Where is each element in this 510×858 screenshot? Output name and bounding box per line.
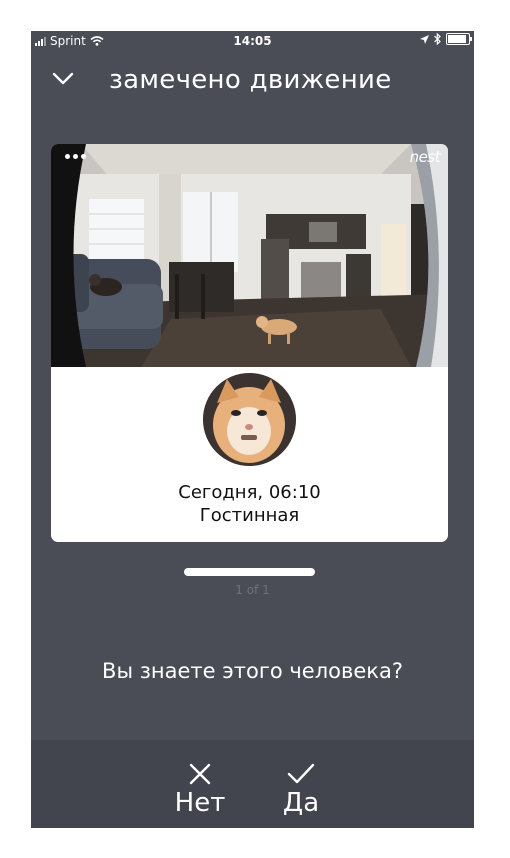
app-screen: Sprint 14:05 замечено движение nest Сего… <box>31 31 474 828</box>
camera-snapshot[interactable]: nest <box>51 144 448 367</box>
status-bar: Sprint 14:05 <box>31 31 474 51</box>
nest-logo: nest <box>409 148 441 166</box>
checkmark-icon <box>287 763 315 784</box>
yes-label: Да <box>282 788 320 818</box>
more-dots-icon[interactable] <box>65 154 86 159</box>
question-text: Вы знаете этого человека? <box>102 659 403 683</box>
yes-button[interactable]: Да <box>261 760 341 818</box>
battery-icon <box>446 33 472 45</box>
status-time: 14:05 <box>233 34 272 48</box>
pager-indicator <box>184 568 315 576</box>
event-room: Гостинная <box>199 505 300 526</box>
no-button[interactable]: Нет <box>160 760 240 818</box>
chevron-down-icon[interactable] <box>51 70 75 88</box>
status-right <box>420 33 472 45</box>
living-room-image <box>51 144 448 367</box>
page-title: замечено движение <box>109 65 392 95</box>
bluetooth-icon <box>434 33 441 45</box>
close-icon <box>189 763 211 785</box>
no-label: Нет <box>174 788 226 818</box>
location-icon <box>420 34 429 44</box>
event-time: Сегодня, 06:10 <box>178 482 321 503</box>
cat-face-image <box>203 373 296 466</box>
event-card[interactable]: nest Сегодня, 06:10 Гостинная <box>51 144 448 542</box>
avatar[interactable] <box>203 373 296 466</box>
action-bar <box>31 740 474 828</box>
header: замечено движение <box>31 61 474 101</box>
pager-label: 1 of 1 <box>235 583 270 597</box>
